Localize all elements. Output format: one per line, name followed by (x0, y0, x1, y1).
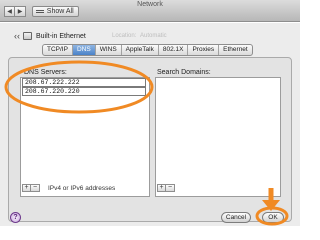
ok-button[interactable]: OK (262, 212, 284, 223)
forward-button[interactable]: ▶ (15, 6, 26, 17)
tab-appletalk[interactable]: AppleTalk (122, 45, 159, 55)
tab-wins[interactable]: WINS (96, 45, 122, 55)
tab-8021x[interactable]: 802.1X (159, 45, 189, 55)
back-chevron-icon[interactable]: ‹‹ (14, 31, 20, 41)
ethernet-icon (23, 32, 32, 40)
search-domains-list[interactable] (155, 77, 281, 197)
dns-remove-button[interactable]: − (31, 184, 40, 192)
search-remove-button[interactable]: − (166, 184, 175, 192)
search-add-button[interactable]: + (157, 184, 166, 192)
show-all-button[interactable]: Show All (32, 6, 79, 17)
tab-dns[interactable]: DNS (72, 45, 96, 55)
tab-tcpip[interactable]: TCP/IP (43, 45, 73, 55)
cancel-button[interactable]: Cancel (221, 212, 251, 223)
show-all-label: Show All (46, 8, 74, 15)
grid-icon (36, 9, 44, 14)
title-bar: Network ◀ ▶ Show All (0, 0, 300, 22)
tab-ethernet[interactable]: Ethernet (219, 45, 252, 55)
forward-arrow-icon: ▶ (17, 9, 23, 15)
tab-bar: TCP/IP DNS WINS AppleTalk 802.1X Proxies… (42, 44, 253, 56)
search-add-remove: + − (157, 184, 175, 192)
help-button[interactable]: ? (10, 212, 21, 223)
back-arrow-icon: ◀ (7, 9, 12, 15)
dns-add-button[interactable]: + (22, 184, 31, 192)
back-button[interactable]: ◀ (4, 6, 15, 17)
interface-header: ‹‹ Built-in Ethernet (14, 31, 86, 41)
dns-add-remove: + − (22, 184, 40, 192)
location-value: Automatic (140, 33, 167, 39)
dns-server-entry-2[interactable]: 208.67.220.220 (22, 87, 146, 96)
search-domains-label: Search Domains: (157, 69, 211, 76)
nav-buttons: ◀ ▶ (4, 6, 26, 17)
dns-servers-label: DNS Servers: (24, 69, 67, 76)
window-content: Location: Automatic ‹‹ Built-in Ethernet… (0, 23, 300, 226)
interface-name: Built-in Ethernet (36, 32, 86, 40)
location-label: Location: (112, 33, 137, 39)
ip-address-note: IPv4 or IPv6 addresses (48, 185, 116, 192)
tab-proxies[interactable]: Proxies (188, 45, 220, 55)
dns-server-entry-1[interactable]: 208.67.222.222 (22, 78, 146, 87)
